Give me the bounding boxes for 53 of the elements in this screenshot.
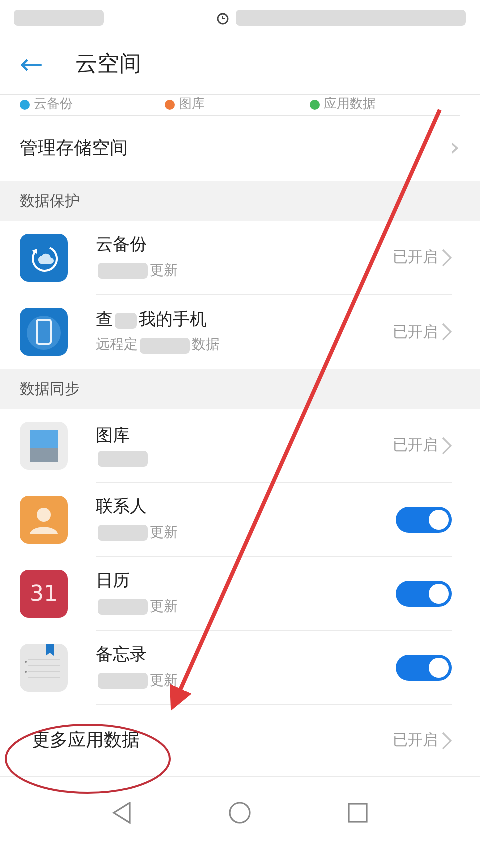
row-label: 管理存储空间 xyxy=(20,137,128,161)
chevron-icon xyxy=(442,248,452,266)
row-label: 更多应用数据 xyxy=(32,729,140,753)
blurred-text xyxy=(98,525,148,542)
section-header: 数据同步 xyxy=(0,369,480,409)
toggle-switch[interactable] xyxy=(396,654,452,680)
home-nav-icon[interactable] xyxy=(228,802,251,824)
section-header: 数据保护 xyxy=(0,181,480,221)
row-title: 日历 xyxy=(96,570,130,594)
blurred-text xyxy=(98,599,148,616)
toggle-switch[interactable] xyxy=(396,506,452,532)
status-label: 已开启 xyxy=(393,435,438,456)
row-subtitle: 更新 xyxy=(150,262,178,281)
row-title: 图库 xyxy=(96,424,130,448)
phone-icon xyxy=(20,308,68,356)
manage-storage-row[interactable]: 管理存储空间 › xyxy=(0,116,480,181)
row-title: 查 xyxy=(96,308,113,332)
recents-nav-icon[interactable] xyxy=(348,803,368,823)
blurred-text xyxy=(98,673,148,690)
row-subtitle: 更新 xyxy=(150,524,178,543)
chevron-icon xyxy=(442,436,452,454)
status-label: 已开启 xyxy=(393,322,438,343)
legend-label: 应用数据 xyxy=(324,96,376,114)
blurred-text xyxy=(98,263,148,280)
blurred-text xyxy=(98,451,148,468)
legend-label: 云备份 xyxy=(34,96,73,114)
status-label: 已开启 xyxy=(393,247,438,268)
chevron-icon: › xyxy=(450,129,460,168)
row-title: 备忘录 xyxy=(96,644,147,668)
alarm-icon xyxy=(216,10,230,24)
blurred-text xyxy=(115,312,137,328)
page-title: 云空间 xyxy=(75,51,142,79)
notepad-icon xyxy=(20,644,68,692)
row-title: 云备份 xyxy=(96,234,147,258)
row-title: 我的手机 xyxy=(139,308,207,332)
status-label: 已开启 xyxy=(393,730,438,752)
contact-icon xyxy=(20,496,68,544)
legend-label: 图库 xyxy=(179,96,205,114)
gallery-icon xyxy=(20,422,68,470)
row-subtitle: 更新 xyxy=(150,598,178,617)
blurred-text xyxy=(140,338,190,354)
row-subtitle: 数据 xyxy=(192,336,220,356)
row-title: 联系人 xyxy=(96,496,147,520)
more-app-data-row[interactable]: 更多应用数据 已开启 xyxy=(0,705,480,777)
back-button[interactable]: ← xyxy=(20,50,44,78)
back-nav-icon[interactable] xyxy=(112,802,132,824)
toggle-switch[interactable] xyxy=(396,580,452,606)
row-subtitle: 更新 xyxy=(150,672,178,691)
calendar-icon: 31 xyxy=(20,570,68,618)
row-subtitle: 远程定 xyxy=(96,336,138,356)
chevron-icon xyxy=(442,732,452,750)
chevron-icon xyxy=(442,323,452,341)
cloud-backup-icon xyxy=(20,234,68,282)
